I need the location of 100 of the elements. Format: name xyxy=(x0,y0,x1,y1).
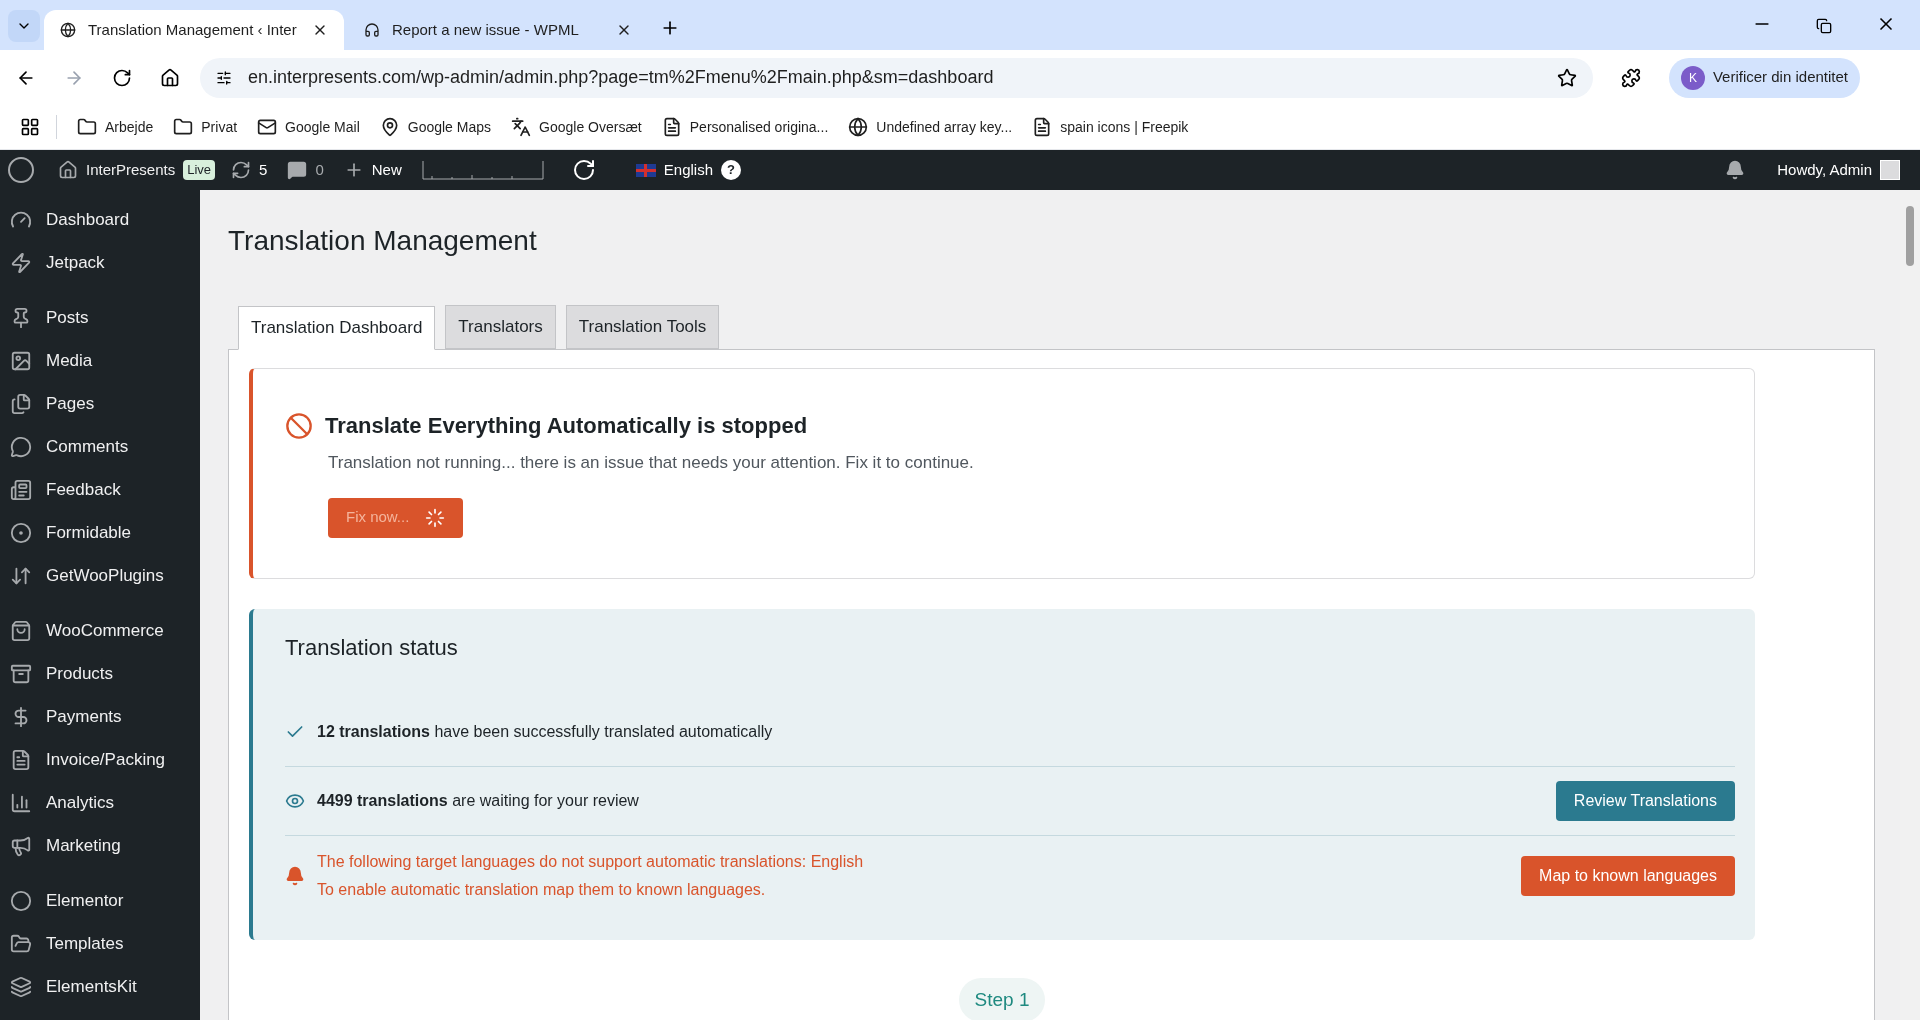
spinner-icon xyxy=(425,507,446,528)
extensions-icon[interactable] xyxy=(1620,67,1641,88)
circle-icon xyxy=(10,521,32,544)
home-icon[interactable] xyxy=(58,160,78,180)
profile-button[interactable]: K Verificer din identitet xyxy=(1668,57,1860,98)
bookmark[interactable]: Google Oversæt xyxy=(511,116,642,138)
apps-icon[interactable] xyxy=(20,117,40,137)
star-icon[interactable] xyxy=(1556,67,1577,88)
sidebar-item[interactable]: Payments xyxy=(0,695,200,738)
sidebar-item[interactable]: Marketing xyxy=(0,824,200,867)
sidebar-item[interactable]: WooCommerce xyxy=(0,609,200,652)
sidebar-item[interactable]: Comments xyxy=(0,425,200,468)
bookmark[interactable]: Google Maps xyxy=(379,116,492,138)
sidebar-label: Analytics xyxy=(46,791,115,814)
tab-title: Translation Management ‹ Inter xyxy=(88,19,298,40)
comments-icon[interactable] xyxy=(287,160,308,180)
sidebar-item[interactable]: Elementor xyxy=(0,879,200,922)
bookmark-label: Arbejde xyxy=(105,117,154,137)
notifications-icon[interactable] xyxy=(1725,160,1746,180)
sidebar-label: Jetpack xyxy=(46,251,105,274)
browser-tab[interactable]: Translation Management ‹ Inter xyxy=(44,10,344,50)
sidebar-item[interactable]: GetWooPlugins xyxy=(0,554,200,597)
sidebar-item[interactable]: Feedback xyxy=(0,468,200,511)
sidebar-label: Pages xyxy=(46,392,95,415)
avatar xyxy=(1880,160,1900,180)
updates-count[interactable]: 5 xyxy=(259,158,268,182)
bolt-icon xyxy=(10,251,32,274)
globe-icon xyxy=(60,22,76,38)
sidebar-label: Comments xyxy=(46,435,129,458)
bookmark-label: Google Maps xyxy=(407,117,492,137)
sidebar-item[interactable]: ElementsKit xyxy=(0,965,200,1008)
sidebar-label: Payments xyxy=(46,705,122,728)
media-icon xyxy=(10,349,32,372)
sidebar-label: Marketing xyxy=(46,834,121,857)
page-tab[interactable]: Translation Tools xyxy=(565,305,720,349)
sidebar-label: GetWooPlugins xyxy=(46,564,164,587)
activity-graph-icon xyxy=(421,159,544,181)
bookmark-label: spain icons | Freepik xyxy=(1060,117,1189,137)
greeting[interactable]: Howdy, Admin xyxy=(1777,158,1872,182)
updates-icon[interactable] xyxy=(231,160,252,180)
mail-icon xyxy=(257,117,278,137)
bookmark[interactable]: Personalised origina... xyxy=(661,116,829,138)
bookmark[interactable]: Undefined array key... xyxy=(848,116,1013,138)
headset-icon xyxy=(364,22,380,38)
status-text: 4499 translations are waiting for your review xyxy=(317,790,640,811)
bookmark[interactable]: Google Mail xyxy=(257,116,360,138)
sidebar-item[interactable]: Jetpack xyxy=(0,241,200,284)
megaphone-icon xyxy=(10,834,32,857)
sidebar-item[interactable]: Analytics xyxy=(0,781,200,824)
warning-text: To enable automatic translation map them to known languages. xyxy=(317,879,767,900)
warning-text: The following target languages do not support automatic translations: English xyxy=(317,851,865,872)
sidebar-label: Feedback xyxy=(46,478,121,501)
restore-icon[interactable] xyxy=(1816,18,1832,34)
sidebar-item[interactable]: Pages xyxy=(0,382,200,425)
help-badge[interactable]: ? xyxy=(721,160,741,180)
sidebar-label: ElementsKit xyxy=(46,975,137,998)
language-switcher[interactable]: English xyxy=(663,158,713,182)
bookmark-label: Google Oversæt xyxy=(539,117,642,137)
sidebar-item[interactable]: Media xyxy=(0,339,200,382)
browser-tab[interactable]: Report a new issue - WPML xyxy=(348,10,648,50)
page-title: Translation Management xyxy=(228,224,538,258)
comments-count[interactable]: 0 xyxy=(315,158,324,182)
sidebar-item[interactable]: Posts xyxy=(0,296,200,339)
sidebar-item[interactable]: Invoice/Packing xyxy=(0,738,200,781)
home-icon[interactable] xyxy=(160,67,180,88)
bookmark-label: Google Mail xyxy=(285,117,360,137)
map-languages-button[interactable]: Map to known languages xyxy=(1521,855,1735,896)
sidebar-item[interactable]: Dashboard xyxy=(0,198,200,241)
bookmark[interactable]: Arbejde xyxy=(77,116,154,138)
step-badge: Step 1 xyxy=(958,977,1046,1020)
sidebar-label: Elementor xyxy=(46,889,124,912)
tab-list-button[interactable] xyxy=(8,10,40,42)
bag-icon xyxy=(10,619,32,642)
site-name[interactable]: InterPresents xyxy=(86,158,176,182)
live-badge: Live xyxy=(183,160,216,180)
sidebar-label: Templates xyxy=(46,932,124,955)
sidebar-item[interactable]: Formidable xyxy=(0,511,200,554)
review-button[interactable]: Review Translations xyxy=(1555,780,1735,821)
bookmark[interactable]: spain icons | Freepik xyxy=(1032,116,1189,138)
globe-icon xyxy=(848,117,869,137)
reload-icon[interactable] xyxy=(112,67,132,88)
page-tab[interactable]: Translators xyxy=(445,305,556,349)
address-bar[interactable]: en.interpresents.com/wp-admin/admin.php?page=tm%2Fmenu%2Fmain.php&sm=dashboard xyxy=(200,57,1593,98)
page-tab[interactable]: Translation Dashboard xyxy=(238,306,436,350)
bookmark[interactable]: Privat xyxy=(173,116,238,138)
new-link[interactable]: New xyxy=(371,158,402,182)
site-settings-icon[interactable] xyxy=(216,69,232,86)
sidebar-item[interactable]: Products xyxy=(0,652,200,695)
sidebar-label: Media xyxy=(46,349,93,372)
sidebar-label: Dashboard xyxy=(46,208,130,231)
notice-message: Translation not running... there is an issue that needs your attention. Fix it to continue. xyxy=(328,452,975,474)
flag-icon xyxy=(635,163,656,177)
url-text: en.interpresents.com/wp-admin/admin.php?page=tm%2Fmenu%2Fmain.php&sm=dashboard xyxy=(248,66,995,89)
refresh-icon[interactable] xyxy=(571,158,596,182)
sidebar-item[interactable]: Templates xyxy=(0,922,200,965)
bookmark-label: Privat xyxy=(201,117,238,137)
circle-icon xyxy=(10,889,32,912)
speech-bubble-icon xyxy=(10,435,32,458)
bookmark-label: Undefined array key... xyxy=(876,117,1013,137)
list-icon xyxy=(10,478,32,501)
